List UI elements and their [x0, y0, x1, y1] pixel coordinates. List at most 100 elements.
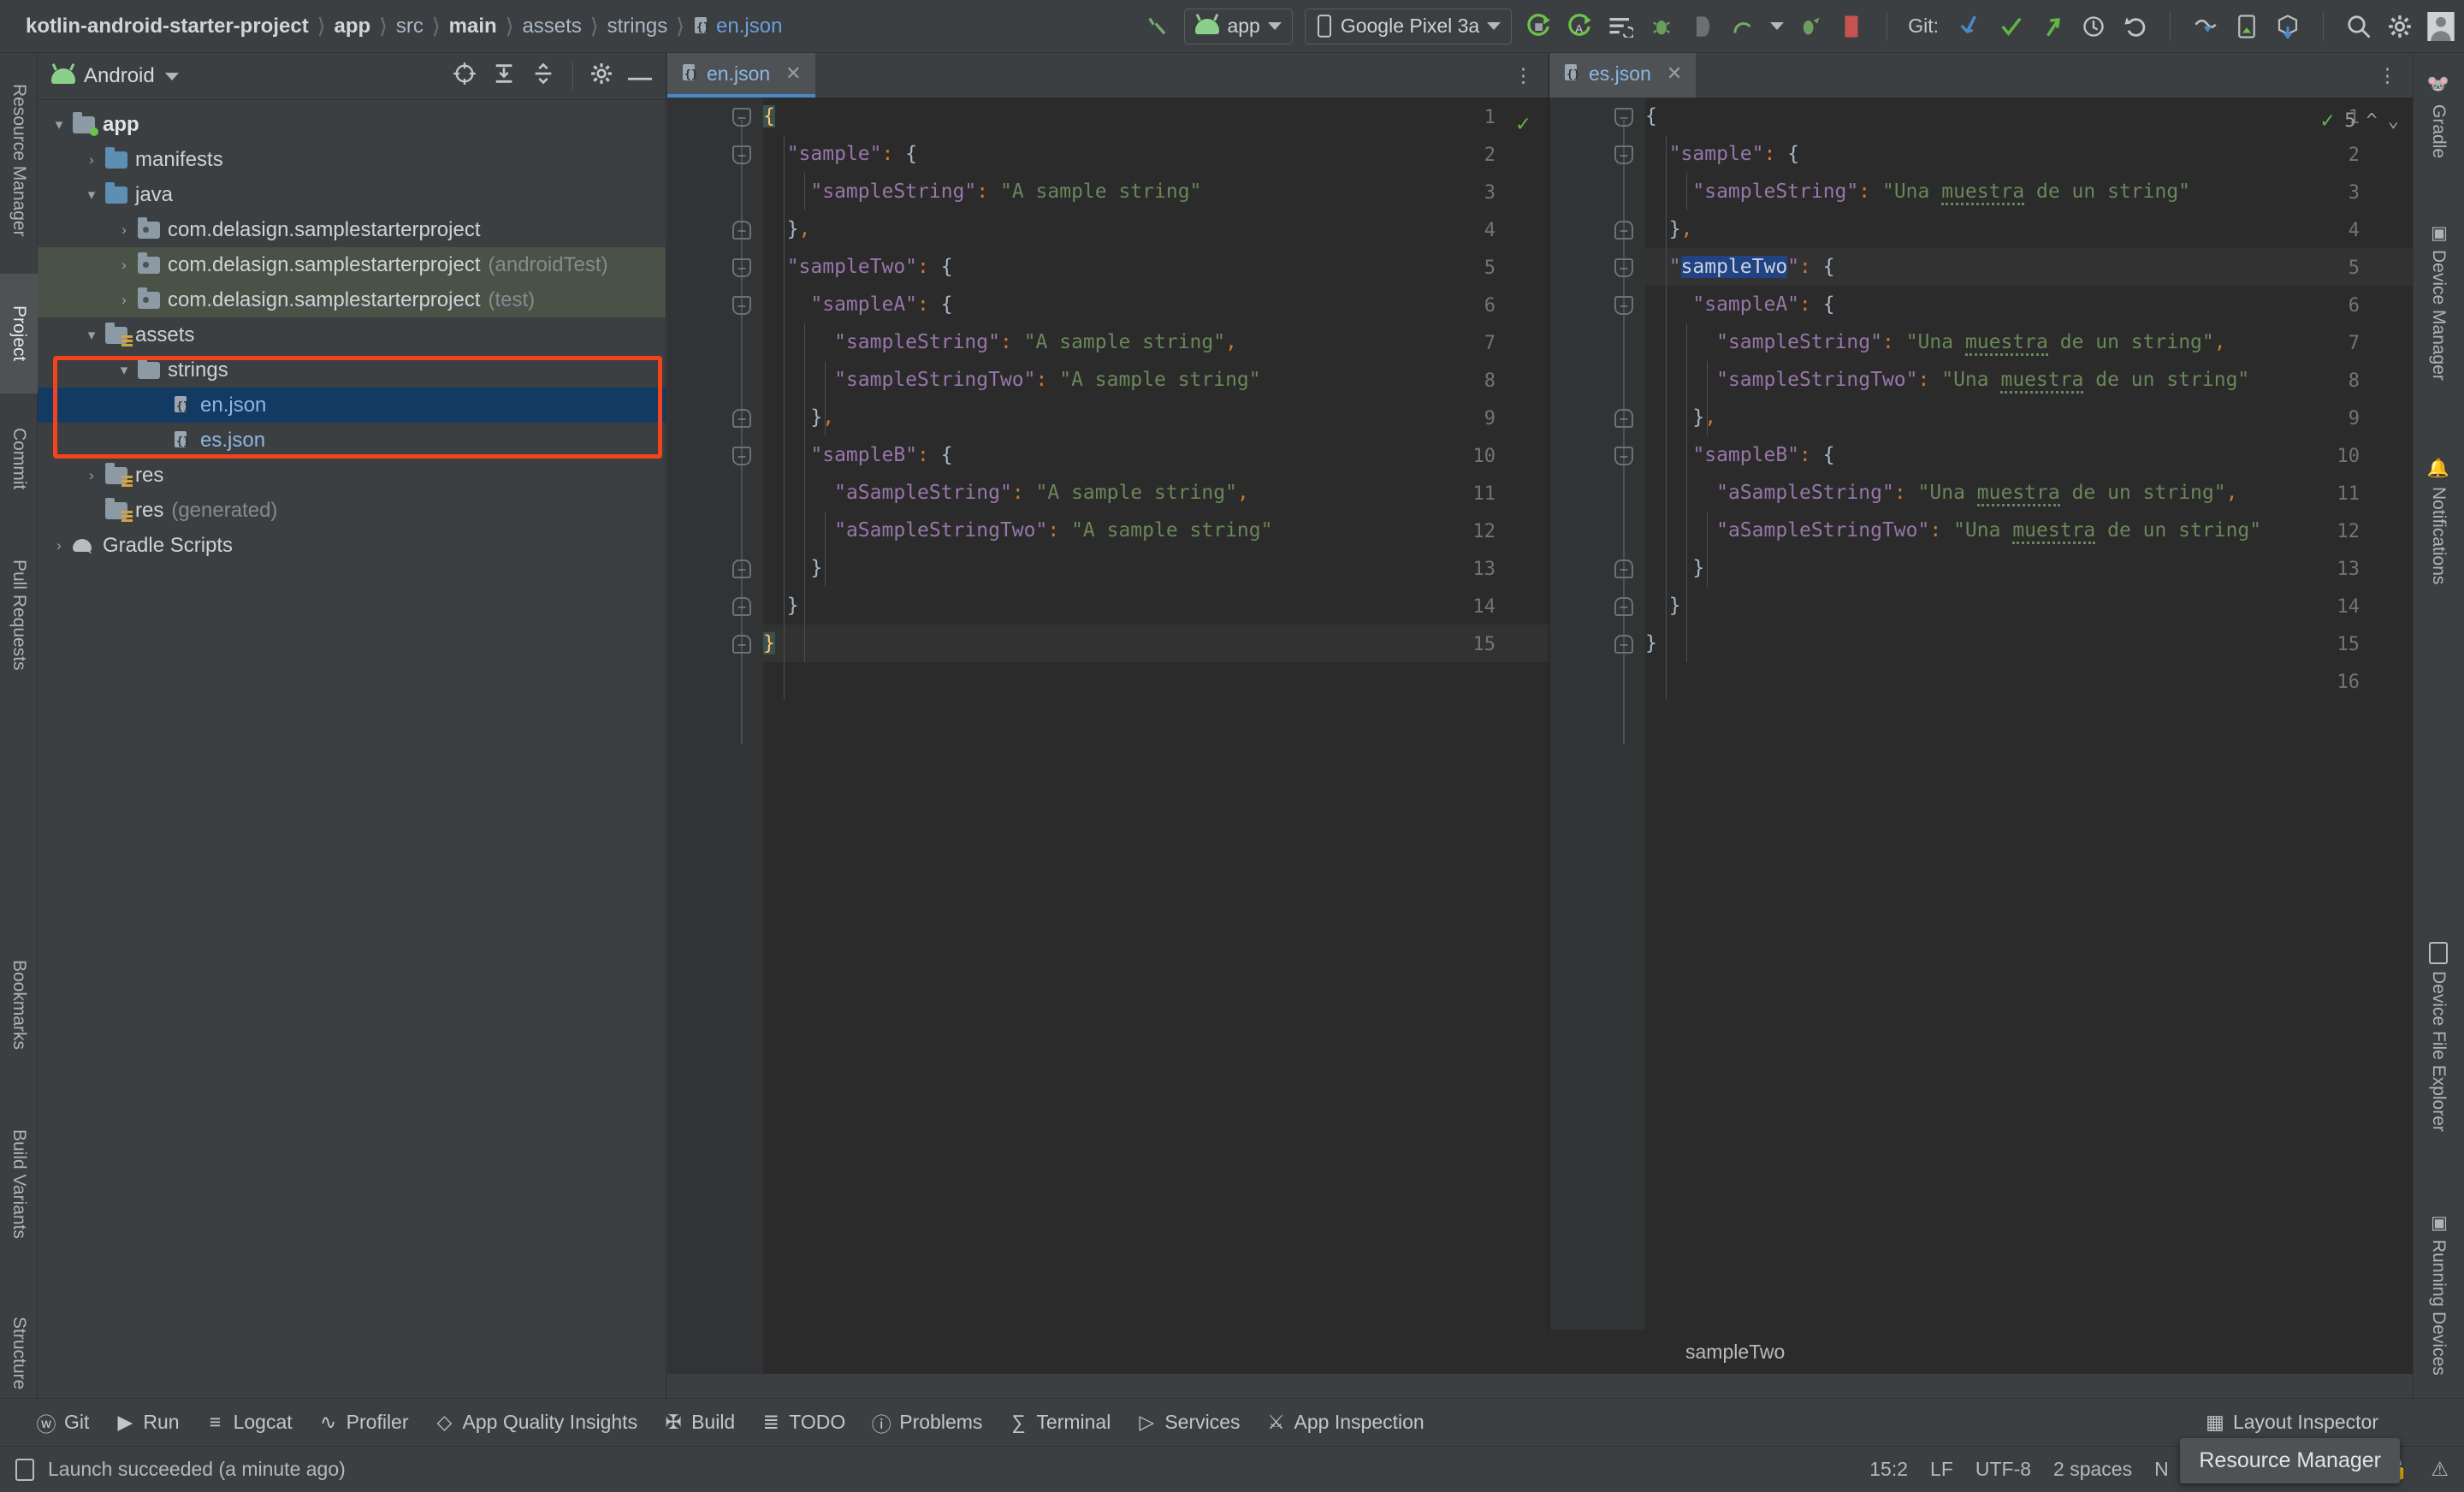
fold-marker[interactable]: – [1614, 447, 1633, 465]
bottom-item-services[interactable]: ▷ Services [1136, 1411, 1240, 1434]
fold-marker[interactable]: – [1614, 221, 1633, 240]
sidebar-item-gradle[interactable]: 🐭 Gradle [2413, 53, 2464, 181]
chevron-right-icon[interactable]: › [80, 467, 103, 484]
breadcrumb-item-project[interactable]: kotlin-android-starter-project [19, 15, 316, 38]
bottom-item-profiler[interactable]: ∿ Profiler [318, 1411, 409, 1434]
attach-debugger-icon[interactable] [1647, 12, 1676, 41]
bottom-item-app-inspection[interactable]: ⚔ App Inspection [1266, 1411, 1424, 1434]
notification-icon[interactable]: ⚠ [2431, 1458, 2449, 1481]
fold-marker[interactable]: – [732, 296, 751, 315]
sidebar-item-resource-manager[interactable]: Resource Manager [0, 53, 38, 267]
chevron-down-icon[interactable]: ▾ [80, 186, 103, 204]
sidebar-item-pull-requests[interactable]: Pull Requests [0, 525, 38, 705]
settings-gear-icon[interactable] [590, 62, 613, 90]
fold-marker[interactable]: – [732, 108, 751, 127]
tree-node-app[interactable]: ▾ app [38, 107, 666, 142]
chevron-right-icon[interactable]: › [48, 537, 70, 554]
module-selector[interactable]: app [1184, 8, 1293, 44]
tree-node-assets[interactable]: ▾ assets [38, 317, 666, 352]
sidebar-item-device-file-explorer[interactable]: Device File Explorer [2413, 909, 2464, 1165]
sidebar-item-commit[interactable]: Commit [0, 399, 38, 518]
sdk-manager-icon[interactable] [2273, 12, 2302, 41]
fold-marker[interactable]: – [732, 409, 751, 428]
undo-icon[interactable] [2120, 12, 2149, 41]
run-with-profiler-icon[interactable] [1796, 12, 1825, 41]
bottom-item-problems[interactable]: ⓘ Problems [871, 1408, 983, 1437]
fold-marker[interactable]: – [732, 258, 751, 277]
fold-marker[interactable]: – [1614, 296, 1633, 315]
code-editor-en[interactable]: 1 2 3 4 5 6 7 8 9 10 11 12 13 14 15 – – … [667, 98, 1549, 1374]
git-commit-icon[interactable] [1997, 12, 2026, 41]
line-number-gutter[interactable] [1549, 98, 1645, 1374]
fold-marker[interactable]: – [732, 597, 751, 616]
inspection-warning-icon[interactable]: ✓ [2321, 108, 2335, 133]
project-view-label[interactable]: Android [84, 64, 155, 88]
build-hammer-icon[interactable] [1143, 12, 1172, 41]
fold-marker[interactable]: – [1614, 560, 1633, 578]
fold-marker[interactable]: – [1614, 145, 1633, 164]
close-icon[interactable]: ✕ [779, 62, 801, 85]
tree-node-gradle-scripts[interactable]: › Gradle Scripts [38, 528, 666, 563]
fold-marker[interactable]: – [1614, 409, 1633, 428]
git-push-icon[interactable] [2038, 12, 2067, 41]
tree-node-en-json[interactable]: en.json [38, 388, 666, 423]
stop-icon[interactable] [1837, 12, 1866, 41]
inspection-status-ok-icon[interactable]: ✓ [1516, 111, 1530, 137]
close-icon[interactable]: ✕ [1660, 62, 1682, 85]
fold-marker[interactable]: – [1614, 635, 1633, 654]
tree-node-package-main[interactable]: › com.delasign.samplestarterproject [38, 212, 666, 247]
previous-problem-icon[interactable]: ^ [2366, 110, 2378, 132]
sidebar-item-project[interactable]: Project [0, 274, 38, 394]
history-icon[interactable] [2079, 12, 2108, 41]
device-selector[interactable]: Google Pixel 3a [1304, 8, 1513, 44]
locate-target-icon[interactable] [453, 62, 477, 91]
tree-node-manifests[interactable]: › manifests [38, 142, 666, 177]
git-update-icon[interactable] [1956, 12, 1985, 41]
sidebar-item-notifications[interactable]: 🔔 Notifications [2413, 421, 2464, 622]
tree-node-strings[interactable]: ▾ strings [38, 352, 666, 388]
read-only-indicator[interactable]: N [2154, 1458, 2169, 1481]
sidebar-item-device-manager[interactable]: ▣ Device Manager [2413, 190, 2464, 412]
tree-node-es-json[interactable]: es.json [38, 423, 666, 458]
fold-marker[interactable]: – [732, 635, 751, 654]
tree-node-java[interactable]: ▾ java [38, 177, 666, 212]
chevron-right-icon[interactable]: › [113, 257, 135, 274]
fold-marker[interactable]: – [1614, 108, 1633, 127]
breadcrumb-item-strings[interactable]: strings [601, 15, 675, 38]
file-encoding[interactable]: UTF-8 [1975, 1458, 2031, 1481]
chevron-down-icon[interactable]: ▾ [113, 362, 135, 379]
chevron-right-icon[interactable]: › [113, 292, 135, 309]
account-avatar-icon[interactable] [2426, 11, 2455, 41]
run-icon[interactable] [1524, 12, 1553, 41]
breadcrumb-item-file[interactable]: en.json [686, 15, 789, 38]
caret-position[interactable]: 15:2 [1869, 1458, 1908, 1481]
chevron-right-icon[interactable]: › [80, 151, 103, 169]
editor-options-kebab-icon[interactable]: ⋮ [2378, 53, 2413, 98]
tab-es-json[interactable]: es.json ✕ [1549, 53, 1697, 98]
chevron-down-icon[interactable]: ▾ [48, 116, 70, 133]
bottom-item-git[interactable]: ⓦ Git [36, 1408, 90, 1437]
line-number-gutter[interactable] [667, 98, 763, 1374]
bottom-item-terminal[interactable]: ∑ Terminal [1008, 1411, 1111, 1434]
sidebar-item-build-variants[interactable]: Build Variants [0, 1092, 38, 1276]
fold-marker[interactable]: – [732, 221, 751, 240]
bottom-item-run[interactable]: ▶ Run [115, 1411, 180, 1434]
indent-setting[interactable]: 2 spaces [2053, 1458, 2132, 1481]
bottom-item-layout-inspector[interactable]: ▦ Layout Inspector [2205, 1411, 2464, 1434]
tree-node-res[interactable]: › res [38, 458, 666, 493]
chevron-down-icon[interactable] [1770, 22, 1785, 30]
fold-marker[interactable]: – [732, 447, 751, 465]
fold-marker[interactable]: – [732, 145, 751, 164]
tree-node-package-test[interactable]: › com.delasign.samplestarterproject (tes… [38, 282, 666, 317]
chevron-right-icon[interactable]: › [113, 222, 135, 239]
breadcrumb-item-app[interactable]: app [327, 15, 377, 38]
code-editor-es[interactable]: 1 2 3 4 5 6 7 8 9 10 11 12 13 14 15 16 –… [1549, 98, 2413, 1374]
inactive-debug-icon[interactable] [1688, 12, 1717, 41]
collapse-all-icon[interactable] [531, 62, 555, 91]
sidebar-item-running-devices[interactable]: ▣ Running Devices [2413, 1174, 2464, 1413]
line-separator[interactable]: LF [1930, 1458, 1953, 1481]
expand-all-icon[interactable] [492, 62, 516, 91]
chevron-down-icon[interactable] [164, 72, 179, 80]
sidebar-item-bookmarks[interactable]: Bookmarks [0, 926, 38, 1084]
sync-gradle-icon[interactable] [2191, 12, 2220, 41]
